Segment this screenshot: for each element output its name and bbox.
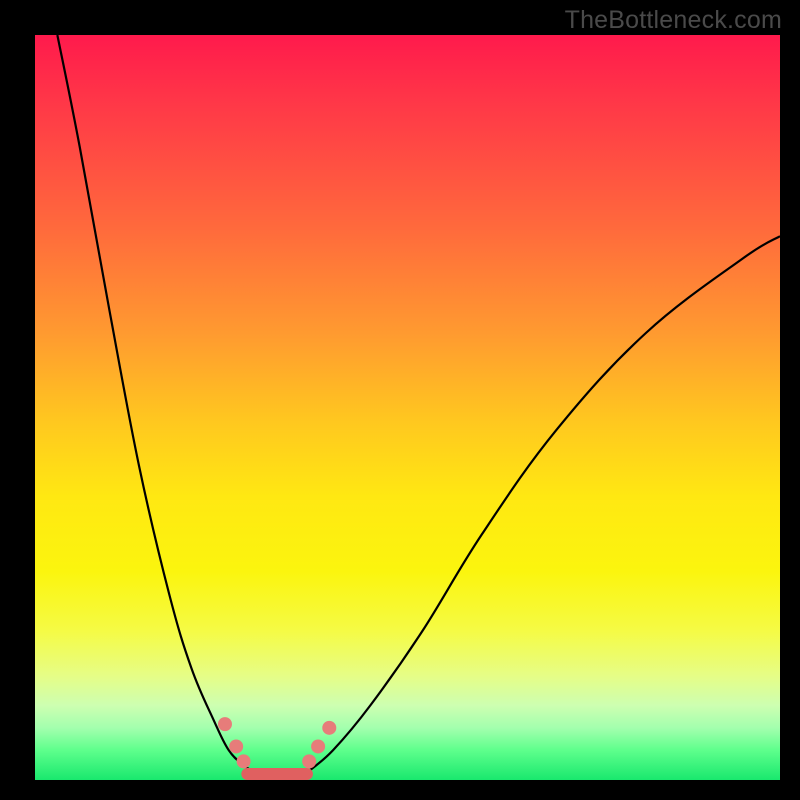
- curve-markers: [218, 717, 336, 768]
- curve-marker: [302, 754, 316, 768]
- curve-marker: [322, 721, 336, 735]
- curve-marker: [229, 739, 243, 753]
- curve-layer: [35, 35, 780, 780]
- plot-area: [35, 35, 780, 780]
- watermark-text: TheBottleneck.com: [565, 6, 782, 35]
- bottleneck-curve: [57, 35, 780, 778]
- chart-frame: TheBottleneck.com: [0, 0, 800, 800]
- curve-marker: [237, 754, 251, 768]
- curve-marker: [218, 717, 232, 731]
- curve-marker: [311, 739, 325, 753]
